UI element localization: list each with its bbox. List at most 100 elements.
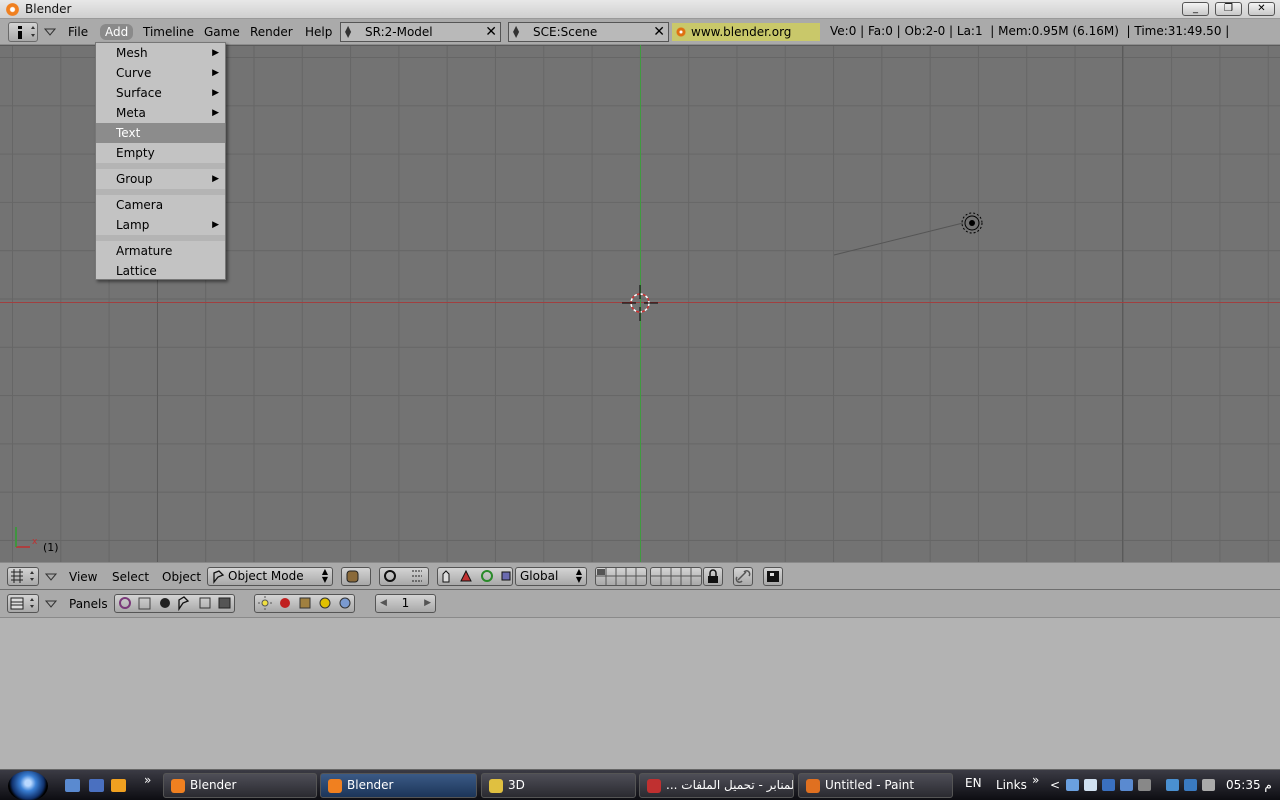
- network-icon[interactable]: [1066, 779, 1079, 791]
- taskbar-item-blender-1[interactable]: Blender: [163, 773, 317, 798]
- menu-timeline[interactable]: Timeline: [138, 24, 199, 40]
- add-menu-item-text[interactable]: Text: [96, 123, 225, 143]
- object-mode-icon: [213, 570, 225, 584]
- tray-expand-icon[interactable]: <: [1050, 778, 1060, 792]
- language-indicator[interactable]: EN: [965, 776, 982, 790]
- tray-app-icon[interactable]: [1166, 779, 1179, 791]
- links-toolbar[interactable]: Links: [996, 778, 1027, 792]
- add-menu-item-armature[interactable]: Armature: [96, 241, 225, 261]
- mode-label: Object Mode: [228, 569, 304, 583]
- menu-item-label: Surface: [116, 86, 162, 100]
- delete-screen-icon[interactable]: ✕: [485, 23, 497, 41]
- add-menu-item-camera[interactable]: Camera: [96, 195, 225, 215]
- blender-logo-icon: [328, 779, 342, 793]
- menu-item-label: Lattice: [116, 264, 157, 278]
- menu-item-label: Meta: [116, 106, 146, 120]
- scene-stats: Ve:0 | Fa:0 | Ob:2-0 | La:1 | Mem:0.95M …: [830, 24, 1230, 38]
- volume-icon[interactable]: [1202, 779, 1215, 791]
- task-label: Untitled - Paint: [825, 778, 915, 792]
- buttons-window-header: Panels ◀ 1 ▶: [0, 590, 1280, 618]
- window-type-button[interactable]: [8, 22, 38, 42]
- add-menu-item-lattice[interactable]: Lattice: [96, 261, 225, 281]
- tray-app-icon[interactable]: [1120, 779, 1133, 791]
- lamp-object-icon[interactable]: [960, 211, 984, 235]
- collapse-menu-icon[interactable]: [45, 600, 57, 608]
- taskbar-item-browser[interactable]: ... المنابر - تحميل الملفات: [639, 773, 794, 798]
- screen-name: SR:2-Model: [365, 25, 433, 39]
- menu-view[interactable]: View: [69, 570, 97, 584]
- increment-arrow-icon[interactable]: ▶: [424, 595, 431, 612]
- buttons-window-area[interactable]: [0, 618, 1280, 769]
- lock-layers-button[interactable]: [703, 567, 723, 586]
- add-menu-item-group[interactable]: Group ▶: [96, 169, 225, 189]
- render-preview-button[interactable]: [763, 567, 783, 586]
- links-more-icon[interactable]: »: [1032, 773, 1039, 787]
- context-buttons[interactable]: [114, 594, 235, 613]
- screen-selector[interactable]: ▲ ▼ SR:2-Model ✕: [340, 22, 501, 42]
- menu-game[interactable]: Game: [199, 24, 245, 40]
- tray-app-icon[interactable]: [1102, 779, 1115, 791]
- lamp-direction-line: [833, 222, 964, 256]
- folder-icon: [489, 779, 503, 793]
- layer-grid-icon: [596, 568, 646, 585]
- add-menu-item-empty[interactable]: Empty: [96, 143, 225, 163]
- manipulator-icons: [442, 569, 511, 583]
- add-menu-item-surface[interactable]: Surface ▶: [96, 83, 225, 103]
- 3d-cursor-icon[interactable]: [622, 285, 658, 321]
- spin-arrows-icon[interactable]: ▲ ▼: [513, 25, 519, 39]
- media-player-icon[interactable]: [111, 779, 126, 792]
- delete-scene-icon[interactable]: ✕: [653, 23, 665, 41]
- manipulator-buttons[interactable]: [437, 567, 513, 586]
- submenu-arrow-icon: ▶: [212, 88, 219, 98]
- minimize-button[interactable]: _: [1182, 2, 1209, 16]
- start-button[interactable]: [8, 771, 48, 800]
- blender-logo-icon: [676, 27, 686, 37]
- menu-select[interactable]: Select: [112, 570, 149, 584]
- quicklaunch-more-icon[interactable]: »: [144, 773, 151, 787]
- add-menu-item-curve[interactable]: Curve ▶: [96, 63, 225, 83]
- switch-windows-icon[interactable]: [89, 779, 104, 792]
- blender-url-banner[interactable]: www.blender.org 248.1: [672, 23, 820, 57]
- tray-app-icon[interactable]: [1138, 779, 1151, 791]
- menu-file[interactable]: File: [63, 24, 93, 40]
- menu-render[interactable]: Render: [245, 24, 298, 40]
- tray-app-icon[interactable]: [1084, 779, 1097, 791]
- menu-item-label: Empty: [116, 146, 155, 160]
- add-menu-item-lamp[interactable]: Lamp ▶: [96, 215, 225, 235]
- submenu-arrow-icon: ▶: [212, 108, 219, 118]
- editor-type-button[interactable]: [7, 567, 39, 586]
- collapse-menu-icon[interactable]: [44, 28, 56, 36]
- menu-add[interactable]: Add: [100, 24, 134, 40]
- add-menu-item-mesh[interactable]: Mesh ▶: [96, 43, 225, 63]
- spin-arrows-icon[interactable]: ▲ ▼: [345, 25, 351, 39]
- taskbar-item-blender-2[interactable]: Blender: [320, 773, 477, 798]
- blender-logo-icon: [171, 779, 185, 793]
- submenu-arrow-icon: ▶: [212, 220, 219, 230]
- taskbar-item-paint[interactable]: Untitled - Paint: [798, 773, 953, 798]
- taskbar-item-3d-folder[interactable]: 3D: [481, 773, 636, 798]
- show-desktop-icon[interactable]: [65, 779, 80, 792]
- mode-selector[interactable]: Object Mode ▲ ▼: [207, 567, 333, 586]
- occlusion-button[interactable]: [733, 567, 753, 586]
- editor-type-button[interactable]: [7, 594, 39, 613]
- menu-object[interactable]: Object: [162, 570, 201, 584]
- close-button[interactable]: ✕: [1248, 2, 1275, 16]
- scene-selector[interactable]: ▲ ▼ SCE:Scene ✕: [508, 22, 669, 42]
- collapse-menu-icon[interactable]: [45, 573, 57, 581]
- shading-context-buttons[interactable]: [254, 594, 355, 613]
- draw-type-button[interactable]: [341, 567, 371, 586]
- frame-number-field[interactable]: ◀ 1 ▶: [375, 594, 436, 613]
- window-title: Blender: [25, 2, 72, 16]
- submenu-arrow-icon: ▶: [212, 68, 219, 78]
- layer-buttons-left[interactable]: [595, 567, 647, 586]
- menu-help[interactable]: Help: [300, 24, 337, 40]
- layer-buttons-right[interactable]: [650, 567, 702, 586]
- orientation-selector[interactable]: Global ▲ ▼: [515, 567, 587, 586]
- pivot-button[interactable]: [379, 567, 429, 586]
- task-label: 3D: [508, 778, 525, 792]
- add-menu-item-meta[interactable]: Meta ▶: [96, 103, 225, 123]
- network-status-icon[interactable]: [1184, 779, 1197, 791]
- system-clock[interactable]: 05:35 م: [1226, 778, 1272, 792]
- decrement-arrow-icon[interactable]: ◀: [380, 595, 387, 612]
- restore-button[interactable]: ❐: [1215, 2, 1242, 16]
